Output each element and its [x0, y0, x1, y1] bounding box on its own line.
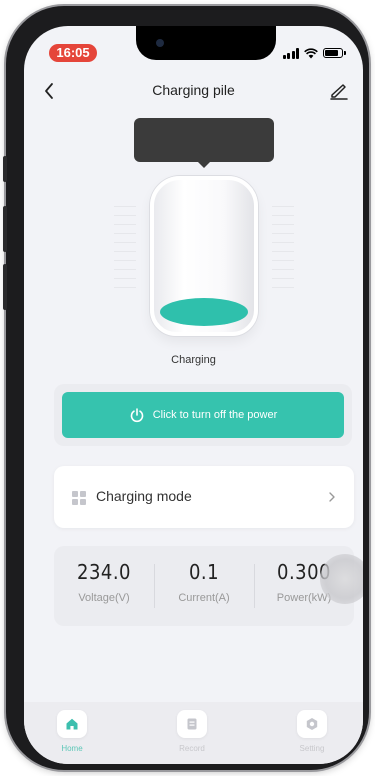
- tab-label: Setting: [299, 744, 325, 753]
- current-value: 0.1: [188, 560, 220, 584]
- charging-mode-label: Charging mode: [96, 488, 192, 504]
- readings-card: 234.0 Voltage(V) 0.1 Current(A) 0.300 Po…: [54, 546, 354, 626]
- record-icon: [177, 710, 207, 738]
- power-card: Click to turn off the power: [54, 384, 352, 446]
- tab-label: Home: [61, 744, 83, 753]
- phone-frame: 16:05 Charging pile Charging Click to tu…: [3, 6, 369, 770]
- decor-lines-left: [114, 206, 136, 306]
- page-title: Charging pile: [152, 82, 235, 98]
- pile-tooltip: [134, 118, 274, 168]
- phone-mute-switch: [3, 156, 7, 182]
- wifi-icon: [304, 47, 318, 58]
- charging-mode-row[interactable]: Charging mode: [54, 466, 354, 528]
- charging-pile-illustration: [114, 176, 294, 336]
- status-time: 16:05: [49, 44, 97, 62]
- decor-lines-right: [272, 206, 294, 306]
- charging-pile-icon: [150, 176, 258, 336]
- power-icon: [130, 408, 144, 423]
- power-button-label: Click to turn off the power: [152, 409, 278, 421]
- current-stat: 0.1 Current(A): [154, 560, 254, 604]
- notch: [136, 26, 276, 60]
- screen: 16:05 Charging pile Charging Click to tu…: [24, 26, 363, 764]
- tab-setting[interactable]: Setting: [272, 710, 352, 753]
- grid-icon: [72, 491, 86, 505]
- pile-status-text: Charging: [171, 354, 216, 366]
- pile-indicator: [160, 298, 248, 326]
- camera: [156, 39, 164, 47]
- tab-bar: Home Record Setting: [24, 702, 363, 764]
- phone-volume-up: [3, 206, 7, 252]
- chevron-right-icon: [329, 492, 335, 502]
- tab-label: Record: [179, 744, 205, 753]
- signal-icon: [282, 47, 299, 59]
- setting-icon: [297, 710, 327, 738]
- voltage-stat: 234.0 Voltage(V): [54, 560, 154, 604]
- nav-bar: Charging pile: [24, 76, 363, 106]
- battery-icon: [323, 48, 346, 58]
- phone-volume-down: [3, 264, 7, 310]
- tab-record[interactable]: Record: [152, 710, 232, 753]
- voltage-label: Voltage(V): [78, 592, 130, 604]
- voltage-value: 234.0: [77, 560, 131, 584]
- status-icons: [282, 46, 346, 60]
- floating-touch-button[interactable]: [320, 554, 363, 604]
- power-off-button[interactable]: Click to turn off the power: [62, 392, 344, 438]
- current-label: Current(A): [178, 592, 230, 604]
- home-icon: [57, 710, 87, 738]
- edit-icon[interactable]: [327, 79, 351, 103]
- tab-home[interactable]: Home: [32, 710, 112, 753]
